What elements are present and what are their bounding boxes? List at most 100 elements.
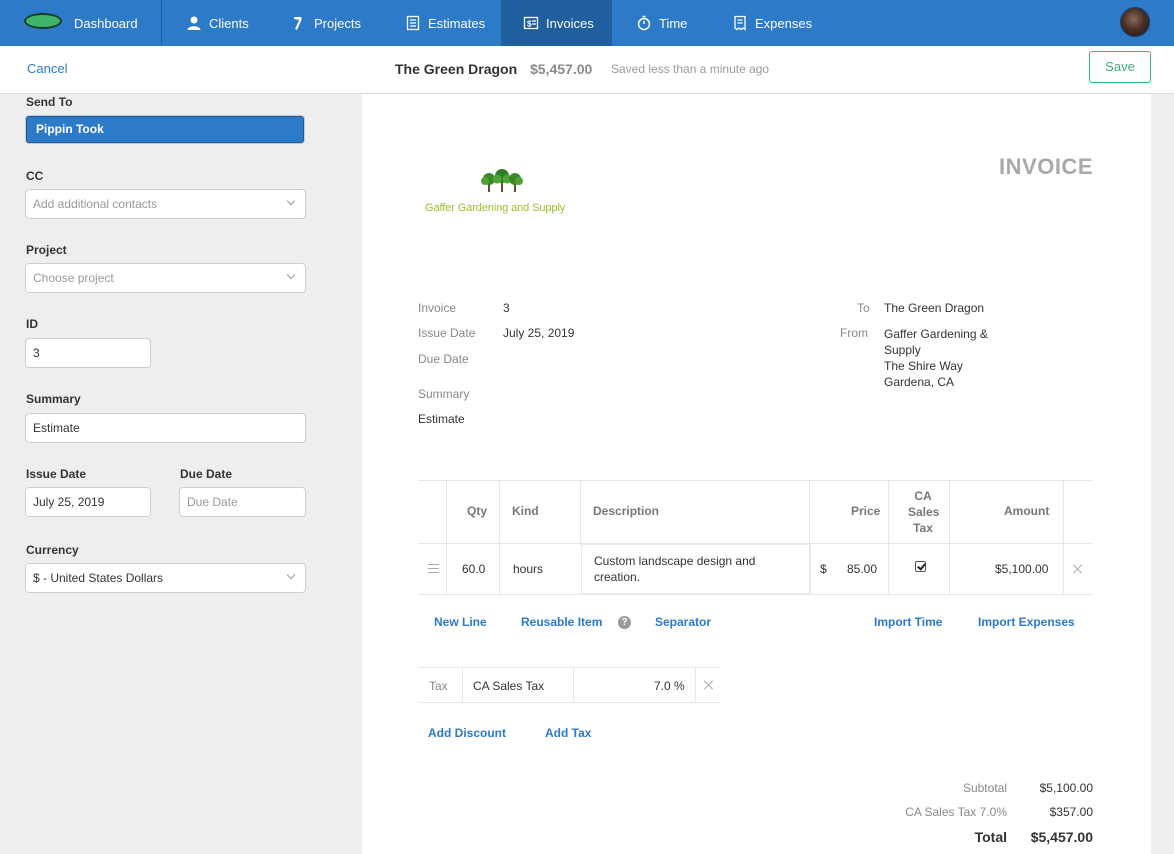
from-line: Supply — [884, 343, 921, 357]
import-expenses-button[interactable]: Import Expenses — [978, 615, 1075, 629]
nav-projects[interactable]: Projects — [271, 0, 386, 46]
column-header-qty: Qty — [467, 504, 488, 518]
from-line: The Shire Way — [884, 359, 963, 373]
tax-row: Tax CA Sales Tax 7.0 % — [418, 667, 720, 703]
column-header-tax: CA Sales Tax — [908, 488, 940, 536]
invoice-icon: $ — [523, 16, 539, 30]
import-time-button[interactable]: Import Time — [874, 615, 942, 629]
user-icon — [187, 16, 201, 30]
nav-clients[interactable]: Clients — [162, 0, 271, 46]
invoice-number-value: 3 — [503, 301, 510, 315]
column-header-price: Price — [851, 504, 881, 518]
receipt-icon — [734, 15, 746, 31]
invoice-settings-sidebar: Send To Pippin Took CC Add additional co… — [0, 94, 333, 854]
separator-button[interactable]: Separator — [655, 615, 711, 629]
total-value: $5,457.00 — [1030, 829, 1093, 845]
nav-dashboard[interactable]: Dashboard — [0, 0, 162, 46]
column-header-amount: Amount — [1004, 504, 1050, 518]
nav-time[interactable]: Time — [612, 0, 708, 46]
currency-label: Currency — [26, 543, 79, 557]
invoice-number-label: Invoice — [418, 301, 457, 315]
issue-date-meta-value: July 25, 2019 — [503, 326, 575, 340]
item-kind[interactable]: hours — [513, 562, 543, 576]
nav-estimates-label: Estimates — [428, 15, 486, 31]
item-qty[interactable]: 60.0 — [462, 562, 485, 576]
from-line: Gaffer Gardening & — [884, 327, 988, 341]
help-icon[interactable]: ? — [618, 616, 631, 629]
issue-date-input[interactable]: July 25, 2019 — [25, 487, 151, 517]
chevron-down-icon — [286, 270, 296, 280]
subtotal-value: $5,100.00 — [1039, 781, 1093, 795]
nav-expenses-label: Expenses — [755, 15, 813, 31]
top-nav: Dashboard Clients Projects Estimates $ I… — [0, 0, 1174, 46]
tax-name[interactable]: CA Sales Tax — [473, 679, 544, 693]
remove-line-icon[interactable] — [1073, 564, 1083, 574]
column-header-tax-line: Tax — [913, 521, 933, 535]
svg-text:$: $ — [527, 20, 532, 29]
summary-input[interactable]: Estimate — [25, 413, 306, 443]
cancel-link[interactable]: Cancel — [27, 61, 67, 76]
document-list-icon — [406, 15, 420, 31]
send-to-label: Send To — [26, 95, 73, 109]
from-line: Gardena, CA — [884, 375, 955, 389]
item-currency-symbol: $ — [820, 562, 827, 576]
nav-estimates[interactable]: Estimates — [386, 0, 501, 46]
save-button[interactable]: Save — [1089, 51, 1151, 83]
tax-label: Tax — [429, 679, 448, 693]
cc-placeholder: Add additional contacts — [33, 197, 158, 211]
issue-date-label: Issue Date — [26, 467, 87, 481]
new-line-button[interactable]: New Line — [434, 615, 487, 629]
tax-rate[interactable]: 7.0 % — [654, 679, 685, 693]
tax-total-value: $357.00 — [1049, 805, 1093, 819]
nav-expenses[interactable]: Expenses — [708, 0, 838, 46]
currency-select[interactable]: $ - United States Dollars — [25, 563, 306, 593]
app-logo-icon — [24, 11, 62, 35]
add-tax-button[interactable]: Add Tax — [545, 726, 591, 740]
nav-projects-label: Projects — [314, 15, 361, 31]
reusable-item-button[interactable]: Reusable Item — [521, 615, 602, 629]
brand-name: Gaffer Gardening and Supply — [425, 202, 566, 214]
project-select[interactable]: Choose project — [25, 263, 306, 293]
column-header-kind: Kind — [512, 504, 539, 518]
total-label: Total — [974, 829, 1007, 845]
invoice-heading: INVOICE — [999, 154, 1093, 179]
id-label: ID — [26, 317, 38, 331]
document-title: The Green Dragon — [395, 61, 518, 77]
issue-date-meta-label: Issue Date — [418, 326, 476, 340]
from-label: From — [840, 326, 868, 340]
trees-logo-icon — [481, 169, 523, 192]
id-input[interactable]: 3 — [25, 338, 151, 368]
due-date-input[interactable]: Due Date — [179, 487, 306, 517]
due-date-label: Due Date — [180, 467, 233, 481]
add-discount-button[interactable]: Add Discount — [428, 726, 506, 740]
item-description[interactable]: Custom landscape design and creation. — [581, 544, 811, 594]
item-price[interactable]: 85.00 — [847, 562, 877, 576]
invoice-document: Gaffer Gardening and Supply INVOICE Invo… — [362, 94, 1151, 854]
nav-clients-label: Clients — [209, 15, 249, 31]
line-items-header: Qty Kind Description Price CA Sales Tax … — [418, 480, 1093, 545]
project-label: Project — [26, 243, 67, 257]
table-row: 60.0 hours Custom landscape design and c… — [418, 544, 1093, 595]
hammer-icon — [294, 17, 302, 30]
cc-select[interactable]: Add additional contacts — [25, 189, 306, 219]
document-total: $5,457.00 — [530, 61, 593, 77]
nav-invoices[interactable]: $ Invoices — [501, 0, 612, 46]
send-to-contact-chip[interactable]: Pippin Took — [26, 116, 304, 143]
to-label: To — [857, 301, 870, 315]
nav-time-label: Time — [659, 15, 688, 31]
summary-label: Summary — [26, 392, 81, 406]
column-header-tax-line: CA — [914, 489, 932, 503]
editor-header: Cancel The Green Dragon $5,457.00 Saved … — [0, 46, 1174, 94]
to-value: The Green Dragon — [884, 301, 985, 315]
chevron-down-icon — [286, 570, 296, 580]
remove-tax-icon[interactable] — [704, 680, 714, 690]
avatar[interactable] — [1120, 7, 1150, 37]
item-amount: $5,100.00 — [995, 562, 1049, 576]
currency-value: $ - United States Dollars — [33, 571, 164, 585]
item-tax-checkbox[interactable] — [915, 561, 926, 572]
due-date-meta-label: Due Date — [418, 352, 469, 366]
tax-total-label: CA Sales Tax 7.0% — [905, 805, 1007, 819]
drag-handle-icon[interactable] — [428, 564, 439, 576]
subtotal-label: Subtotal — [962, 781, 1007, 795]
column-header-tax-line: Sales — [908, 505, 940, 519]
